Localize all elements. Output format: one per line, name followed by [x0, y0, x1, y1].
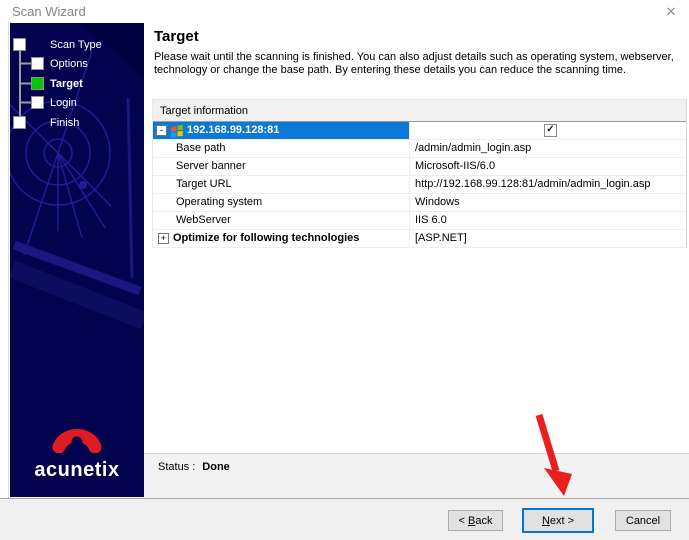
status-value: Done [202, 461, 230, 473]
acunetix-logo-text: acunetix [34, 459, 120, 481]
row-name: Server banner [176, 160, 246, 172]
back-button[interactable]: < Back [448, 510, 503, 531]
description-line-1: Please wait until the scanning is finish… [154, 51, 674, 63]
step-box-target-active [31, 77, 44, 90]
row-value[interactable]: http://192.168.99.128:81/admin/admin_log… [409, 176, 686, 193]
sidebar-item-login[interactable]: Login [50, 97, 77, 109]
background-window-edge [8, 23, 9, 540]
scan-wizard-window: { "window": { "title": "Scan Wizard", "c… [0, 0, 689, 540]
step-box-options [31, 57, 44, 70]
step-box-finish [13, 116, 26, 129]
row-name: Target URL [176, 178, 232, 190]
table-row-server-banner[interactable]: Server banner Microsoft-IIS/6.0 [153, 158, 686, 176]
row-value[interactable]: Microsoft-IIS/6.0 [409, 158, 686, 175]
sidebar-item-target[interactable]: Target [50, 78, 83, 90]
sidebar-item-scan-type[interactable]: Scan Type [50, 39, 102, 51]
status-label: Status : [158, 461, 196, 473]
page-title: Target [154, 28, 199, 45]
row-name: Operating system [176, 196, 263, 208]
status-text: Status : Done [158, 461, 230, 473]
close-icon[interactable]: ✕ [662, 3, 680, 21]
expand-icon[interactable]: + [158, 233, 169, 244]
status-bar: Status : Done [144, 453, 689, 498]
title-bar: Scan Wizard ✕ [0, 0, 689, 23]
table-header: Target information [153, 99, 686, 122]
page-description: Please wait until the scanning is finish… [154, 51, 674, 77]
table-row-webserver[interactable]: WebServer IIS 6.0 [153, 212, 686, 230]
table-row-host[interactable]: - 192.168.99.128:81 ✓ [153, 122, 686, 140]
host-cell: - 192.168.99.128:81 [153, 122, 409, 139]
acunetix-logo-icon [52, 428, 102, 454]
row-name: WebServer [176, 214, 231, 226]
table-row-base-path[interactable]: Base path /admin/admin_login.asp [153, 140, 686, 158]
row-value[interactable]: [ASP.NET] [409, 230, 686, 247]
row-name: Base path [176, 142, 226, 154]
row-value[interactable]: /admin/admin_login.asp [409, 140, 686, 157]
sidebar-item-options[interactable]: Options [50, 58, 88, 70]
host-address: 192.168.99.128:81 [187, 124, 280, 136]
wizard-sidebar: Scan Type Options Target Login Finish ac… [10, 23, 144, 497]
window-title: Scan Wizard [12, 4, 86, 19]
row-name: + Optimize for following technologies [153, 230, 409, 247]
description-line-2: technology or change the base path. By e… [154, 64, 627, 76]
row-value[interactable]: IIS 6.0 [409, 212, 686, 229]
table-row-operating-system[interactable]: Operating system Windows [153, 194, 686, 212]
target-information-table: Target information - 192.168.99.128:81 ✓… [152, 99, 687, 248]
cancel-button[interactable]: Cancel [615, 510, 671, 531]
sidebar-item-finish[interactable]: Finish [50, 117, 79, 129]
collapse-icon[interactable]: - [156, 125, 167, 136]
host-checkbox-cell: ✓ [409, 122, 686, 139]
step-box-login [31, 96, 44, 109]
step-box-scan-type [13, 38, 26, 51]
acunetix-logo: acunetix [10, 419, 144, 482]
table-row-optimize-technologies[interactable]: + Optimize for following technologies [A… [153, 230, 686, 248]
row-value[interactable]: Windows [409, 194, 686, 211]
next-button[interactable]: Next > [522, 508, 594, 533]
windows-flag-icon [171, 124, 183, 138]
optimize-label: Optimize for following technologies [173, 232, 360, 244]
host-checkbox[interactable]: ✓ [544, 124, 557, 137]
table-row-target-url[interactable]: Target URL http://192.168.99.128:81/admi… [153, 176, 686, 194]
